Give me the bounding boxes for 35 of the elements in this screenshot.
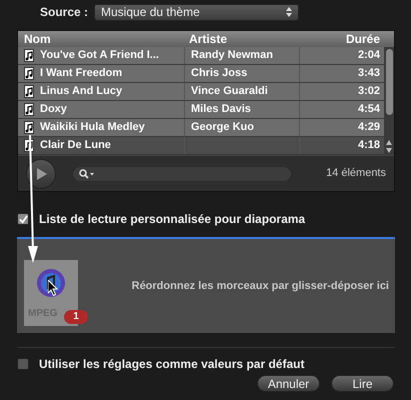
table-row[interactable]: I Want Freedom Chris Joss 3:43 bbox=[18, 65, 384, 83]
checkbox-label: Liste de lecture personnalisée pour diaporama bbox=[39, 211, 306, 228]
table-cell-text: 2:04 bbox=[358, 48, 380, 64]
table-row[interactable]: You've Got A Friend I... Randy Newman 2:04 bbox=[18, 47, 384, 65]
column-header[interactable]: Artiste bbox=[184, 30, 299, 48]
drop-hint: Réordonnez les morceaux par glisser-déposer ici bbox=[132, 278, 389, 294]
table-cell-text: 4:29 bbox=[358, 120, 380, 136]
table-cell-text: 3:43 bbox=[358, 66, 380, 82]
table-cell-text: Chris Joss bbox=[191, 66, 248, 82]
table-row[interactable]: Waikiki Hula Medley George Kuo 4:29 bbox=[18, 119, 384, 137]
checkbox-label: Utiliser les réglages comme valeurs par défaut bbox=[39, 356, 304, 373]
table-cell-text: 4:54 bbox=[358, 102, 380, 118]
source-dropdown[interactable]: Musique du thème bbox=[94, 4, 300, 20]
table-cell-text: Linus And Lucy bbox=[40, 84, 122, 100]
table-cell-text: Vince Guaraldi bbox=[191, 84, 268, 100]
table-cell-text: Doxy bbox=[40, 102, 67, 118]
column-header[interactable]: Durée bbox=[299, 30, 384, 48]
table-row[interactable]: Clair De Lune 4:18 bbox=[18, 137, 384, 155]
table-row[interactable]: Doxy Miles Davis 4:54 bbox=[18, 101, 384, 119]
table-cell-text: 3:02 bbox=[358, 84, 380, 100]
column-header[interactable]: Nom bbox=[18, 30, 184, 48]
item-count: 14 éléments bbox=[326, 166, 386, 182]
dialog-button[interactable]: Lire bbox=[331, 375, 394, 392]
count-badge: 1 bbox=[64, 310, 88, 324]
table-cell-text: 4:18 bbox=[358, 138, 380, 154]
table-cell-text: You've Got A Friend I... bbox=[40, 48, 159, 64]
table-cell-text: George Kuo bbox=[191, 120, 254, 136]
table-cell-text: Randy Newman bbox=[191, 48, 273, 64]
dialog-button[interactable]: Annuler bbox=[257, 375, 320, 392]
source-label: Source : bbox=[40, 4, 88, 21]
table-cell-text: I Want Freedom bbox=[40, 66, 122, 82]
table-cell-text: Waikiki Hula Medley bbox=[40, 120, 145, 136]
table-cell-text: Clair De Lune bbox=[40, 138, 111, 154]
table-cell-text: Miles Davis bbox=[191, 102, 251, 118]
table-row[interactable]: Linus And Lucy Vince Guaraldi 3:02 bbox=[18, 83, 384, 101]
